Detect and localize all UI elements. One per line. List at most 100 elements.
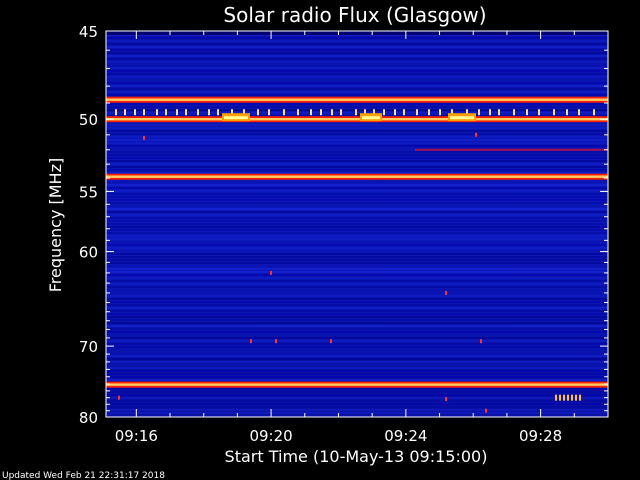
band-texture	[106, 91, 608, 93]
band-texture	[106, 55, 608, 57]
band-texture	[106, 358, 608, 360]
band-texture	[106, 94, 608, 96]
band-texture	[106, 250, 608, 252]
band-texture	[106, 292, 608, 294]
chart-title: Solar radio Flux (Glasgow)	[223, 3, 486, 27]
burst-spike	[320, 109, 322, 116]
burst-spike	[340, 109, 342, 116]
burst-dot	[330, 339, 332, 344]
y-tick-label: 50	[79, 111, 98, 129]
band-texture	[106, 352, 608, 354]
burst-block-core	[362, 116, 380, 120]
band-texture	[106, 349, 608, 351]
band-texture	[106, 361, 608, 363]
band-texture	[106, 400, 608, 402]
band-texture	[106, 169, 608, 171]
band-texture	[106, 220, 608, 222]
band-texture	[106, 136, 608, 138]
burst-spike	[498, 109, 500, 116]
y-tick-label: 70	[79, 338, 98, 356]
band-texture	[106, 73, 608, 75]
band-texture	[106, 253, 608, 255]
band-texture	[106, 391, 608, 393]
band-texture	[106, 259, 608, 261]
band-texture	[106, 238, 608, 240]
band-texture	[106, 265, 608, 267]
burst-dash	[579, 394, 581, 401]
y-tick-label: 55	[79, 183, 98, 201]
band-dark	[106, 31, 608, 35]
band-texture	[106, 217, 608, 219]
burst-spike	[185, 109, 187, 116]
band-texture	[106, 247, 608, 249]
band-texture	[106, 196, 608, 198]
burst-dot	[445, 397, 447, 401]
burst-spike	[257, 109, 259, 116]
band-texture	[106, 151, 608, 153]
burst-spike	[208, 109, 210, 116]
burst-spike	[526, 109, 528, 116]
band-texture	[106, 46, 608, 48]
x-tick-label: 09:16	[115, 427, 158, 445]
band-texture	[106, 145, 608, 147]
band-texture	[106, 409, 608, 411]
band-texture	[106, 304, 608, 306]
band-texture	[106, 208, 608, 210]
x-axis-label: Start Time (10-May-13 09:15:00)	[225, 447, 488, 466]
band-texture	[106, 301, 608, 303]
band-texture	[106, 103, 608, 105]
band-texture	[106, 280, 608, 282]
burst-spike	[143, 109, 145, 116]
band-texture	[106, 283, 608, 285]
burst-block-core	[224, 116, 248, 120]
faint-band	[415, 148, 608, 151]
burst-spike	[513, 109, 515, 116]
burst-block-core	[450, 116, 474, 120]
band-texture	[106, 205, 608, 207]
burst-dash	[575, 394, 577, 401]
intensity-bands	[106, 31, 608, 417]
burst-spike	[268, 109, 270, 116]
band-texture	[106, 133, 608, 135]
band-texture	[106, 85, 608, 87]
band-texture	[106, 223, 608, 225]
strong-band	[106, 96, 608, 103]
band-texture	[106, 232, 608, 234]
band-texture	[106, 37, 608, 39]
band-texture	[106, 379, 608, 381]
band-texture	[106, 124, 608, 126]
burst-spike	[383, 109, 385, 116]
burst-dot	[275, 339, 277, 344]
band-texture	[106, 289, 608, 291]
burst-spike	[439, 109, 441, 116]
band-texture	[106, 256, 608, 258]
band-texture	[106, 88, 608, 90]
band-texture	[106, 406, 608, 408]
burst-spike	[197, 109, 199, 116]
burst-spike	[489, 109, 491, 116]
band-texture	[106, 307, 608, 309]
band-texture	[106, 235, 608, 237]
burst-spike	[394, 109, 396, 116]
band-texture	[106, 319, 608, 321]
burst-spike	[578, 109, 580, 116]
band-texture	[106, 340, 608, 342]
strong-band	[106, 116, 608, 123]
band-texture	[106, 70, 608, 72]
burst-spike	[355, 109, 357, 116]
burst-dot	[270, 270, 272, 275]
burst-spike	[331, 109, 333, 116]
band-texture	[106, 262, 608, 264]
band-texture	[106, 271, 608, 273]
band-texture	[106, 364, 608, 366]
band-texture	[106, 376, 608, 378]
band-texture	[106, 325, 608, 327]
band-texture	[106, 142, 608, 144]
band-texture	[106, 79, 608, 81]
burst-spike	[297, 109, 299, 116]
strong-band	[106, 173, 608, 180]
burst-spike	[217, 109, 219, 116]
burst-spike	[134, 109, 136, 116]
burst-dash	[559, 394, 561, 401]
band-texture	[106, 277, 608, 279]
